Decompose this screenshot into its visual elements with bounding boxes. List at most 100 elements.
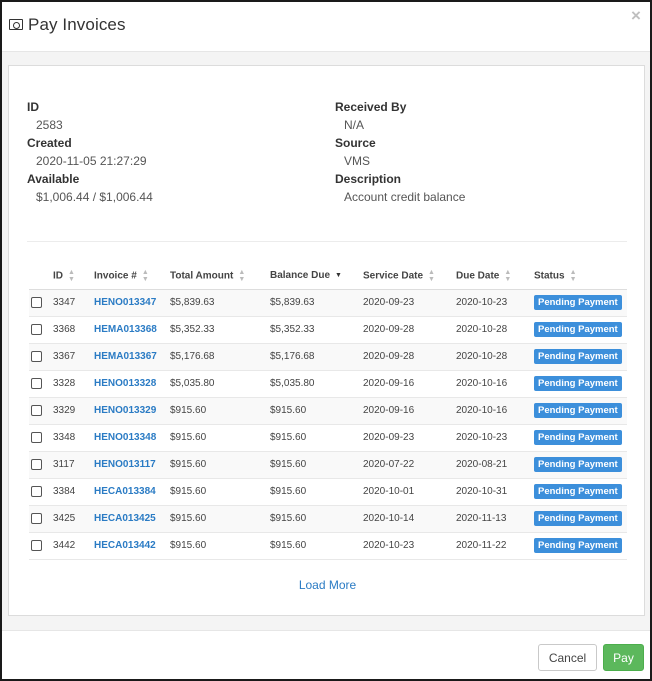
cell-balance-due: $915.60 xyxy=(268,424,361,452)
pay-button[interactable]: Pay xyxy=(603,644,644,671)
sort-icon: ▲ ▼ xyxy=(68,268,75,283)
detail-label-id: ID xyxy=(27,100,39,114)
cell-status: Pending Payment xyxy=(532,505,627,533)
cell-due-date: 2020-11-13 xyxy=(454,505,532,533)
cell-total-amount: $915.60 xyxy=(168,532,268,560)
invoice-link[interactable]: HEMA013368 xyxy=(94,324,157,335)
column-header-total-amount[interactable]: Total Amount ▲ ▼ xyxy=(168,263,268,290)
sort-icon: ▲ ▼ xyxy=(569,268,577,283)
detail-value-description: Account credit balance xyxy=(344,190,466,204)
status-badge: Pending Payment xyxy=(534,322,622,337)
row-checkbox[interactable] xyxy=(31,404,42,416)
cell-id: 3328 xyxy=(51,370,92,398)
row-checkbox[interactable] xyxy=(31,296,42,308)
column-header-id[interactable]: ID ▲ ▼ xyxy=(51,263,92,290)
details-right: Received By N/A Source VMS Description A… xyxy=(335,98,465,206)
detail-label-received-by: Received By xyxy=(335,100,407,114)
cell-total-amount: $915.60 xyxy=(168,424,268,452)
status-badge: Pending Payment xyxy=(534,430,622,445)
cell-invoice: HEMA013368 xyxy=(92,316,168,344)
invoice-link[interactable]: HENO013347 xyxy=(94,297,156,308)
cell-status: Pending Payment xyxy=(532,370,627,398)
cell-due-date: 2020-10-28 xyxy=(454,343,532,371)
status-badge: Pending Payment xyxy=(534,295,622,310)
detail-value-created: 2020-11-05 21:27:29 xyxy=(36,154,147,168)
detail-label-source: Source xyxy=(335,136,376,150)
cell-balance-due: $5,352.33 xyxy=(268,316,361,344)
row-checkbox[interactable] xyxy=(31,323,42,335)
status-badge: Pending Payment xyxy=(534,376,622,391)
invoice-panel: ID 2583 Created 2020-11-05 21:27:29 Avai… xyxy=(8,65,645,616)
modal-header: Pay Invoices × xyxy=(2,2,650,52)
cell-status: Pending Payment xyxy=(532,451,627,479)
cell-status: Pending Payment xyxy=(532,343,627,371)
cell-status: Pending Payment xyxy=(532,424,627,452)
table-row: 3384 HECA013384 $915.60 $915.60 2020-10-01 20… xyxy=(29,478,627,506)
details-left: ID 2583 Created 2020-11-05 21:27:29 Avai… xyxy=(27,98,153,206)
sort-icon: ▲ ▼ xyxy=(141,268,149,283)
cell-service-date: 2020-09-28 xyxy=(361,343,454,371)
cell-due-date: 2020-10-23 xyxy=(454,289,532,317)
pay-invoices-modal: Pay Invoices × ID 2583 Created 2020-11-0… xyxy=(0,0,652,681)
row-checkbox[interactable] xyxy=(31,485,42,497)
close-icon[interactable]: × xyxy=(628,7,644,24)
modal-title: Pay Invoices xyxy=(28,15,126,34)
sort-desc-icon: ▼ xyxy=(335,272,342,280)
invoice-link[interactable]: HENO013328 xyxy=(94,378,156,389)
cell-service-date: 2020-07-22 xyxy=(361,451,454,479)
modal-footer: Cancel Pay xyxy=(2,630,650,679)
row-select-cell xyxy=(29,532,51,560)
cancel-button[interactable]: Cancel xyxy=(538,644,597,671)
invoice-link[interactable]: HECA013442 xyxy=(94,540,156,551)
column-header-due-date[interactable]: Due Date ▲ ▼ xyxy=(454,263,532,290)
cell-status: Pending Payment xyxy=(532,478,627,506)
detail-value-source: VMS xyxy=(344,154,371,168)
cell-invoice: HENO013117 xyxy=(92,451,168,479)
invoice-link[interactable]: HENO013348 xyxy=(94,432,156,443)
table-row: 3117 HENO013117 $915.60 $915.60 2020-07-22 20… xyxy=(29,451,627,479)
row-checkbox[interactable] xyxy=(31,431,42,443)
column-header-invoice[interactable]: Invoice # ▲ ▼ xyxy=(92,263,168,290)
cell-invoice: HECA013442 xyxy=(92,532,168,560)
cell-total-amount: $915.60 xyxy=(168,397,268,425)
load-more-link[interactable]: Load More xyxy=(9,578,646,592)
column-header-service-date[interactable]: Service Date ▲ ▼ xyxy=(361,263,454,290)
cell-due-date: 2020-10-16 xyxy=(454,370,532,398)
sort-icon: ▲ ▼ xyxy=(504,268,512,283)
cell-balance-due: $915.60 xyxy=(268,478,361,506)
cell-balance-due: $915.60 xyxy=(268,397,361,425)
invoice-link[interactable]: HEMA013367 xyxy=(94,351,157,362)
select-column-header xyxy=(29,263,51,290)
cell-service-date: 2020-10-23 xyxy=(361,532,454,560)
row-checkbox[interactable] xyxy=(31,539,42,551)
cell-service-date: 2020-09-23 xyxy=(361,289,454,317)
column-header-status[interactable]: Status ▲ ▼ xyxy=(532,263,627,290)
row-checkbox[interactable] xyxy=(31,350,42,362)
table-row: 3329 HENO013329 $915.60 $915.60 2020-09-16 20… xyxy=(29,397,627,425)
column-header-balance-due[interactable]: Balance Due ▼ xyxy=(268,263,361,290)
invoice-link[interactable]: HECA013384 xyxy=(94,486,156,497)
cell-status: Pending Payment xyxy=(532,289,627,317)
invoice-link[interactable]: HECA013425 xyxy=(94,513,156,524)
row-checkbox[interactable] xyxy=(31,377,42,389)
cell-balance-due: $915.60 xyxy=(268,505,361,533)
invoice-link[interactable]: HENO013329 xyxy=(94,405,156,416)
cell-service-date: 2020-10-01 xyxy=(361,478,454,506)
cell-total-amount: $5,352.33 xyxy=(168,316,268,344)
row-select-cell xyxy=(29,505,51,533)
row-checkbox[interactable] xyxy=(31,458,42,470)
cell-status: Pending Payment xyxy=(532,532,627,560)
table-row: 3442 HECA013442 $915.60 $915.60 2020-10-23 20… xyxy=(29,532,627,560)
detail-value-received-by: N/A xyxy=(344,118,365,132)
row-select-cell xyxy=(29,424,51,452)
cell-service-date: 2020-09-28 xyxy=(361,316,454,344)
cell-due-date: 2020-08-21 xyxy=(454,451,532,479)
invoice-link[interactable]: HENO013117 xyxy=(94,459,156,470)
row-select-cell xyxy=(29,343,51,371)
row-checkbox[interactable] xyxy=(31,512,42,524)
cell-total-amount: $915.60 xyxy=(168,505,268,533)
cell-due-date: 2020-10-31 xyxy=(454,478,532,506)
cell-total-amount: $915.60 xyxy=(168,478,268,506)
detail-label-available: Available xyxy=(27,172,80,186)
sort-icon: ▲ ▼ xyxy=(238,268,246,283)
